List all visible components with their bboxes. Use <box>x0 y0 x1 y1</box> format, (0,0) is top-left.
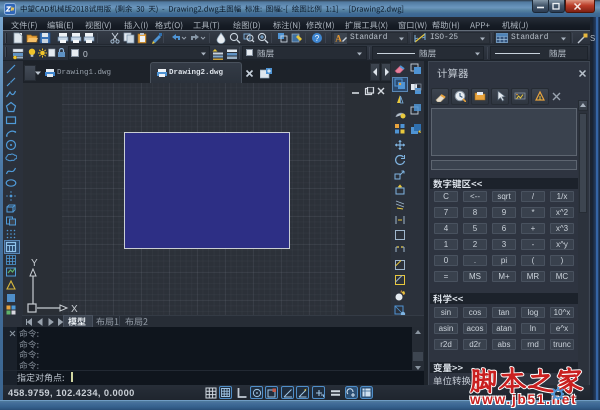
svg-text:?: ? <box>315 34 320 43</box>
svg-text:X: X <box>71 304 78 315</box>
svg-text:Y: Y <box>31 258 38 269</box>
svg-text:A: A <box>335 34 342 44</box>
